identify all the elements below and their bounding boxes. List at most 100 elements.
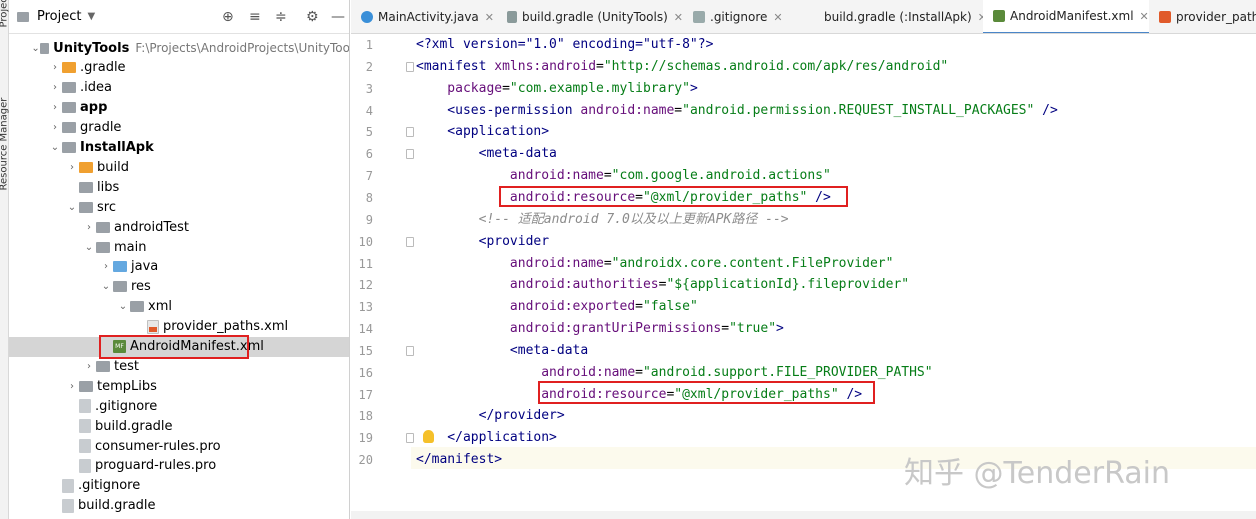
code-token: android:exported — [416, 299, 636, 315]
chevron-right-icon[interactable]: › — [82, 222, 96, 233]
tree-item[interactable]: › build — [9, 157, 349, 177]
code-editor[interactable]: 1 2 3 4 5 6 7 8 9 10 11 12 13 14 15 16 17 18 19 20 <?xml ve… — [351, 34, 1256, 519]
tree-item[interactable]: build.gradle — [9, 416, 349, 436]
close-icon[interactable]: ✕ — [485, 11, 494, 24]
tree-item-label: res — [131, 279, 151, 295]
collapse-all-icon[interactable]: ≑ — [275, 9, 287, 25]
chevron-right-icon[interactable]: › — [65, 162, 79, 173]
tree-item[interactable]: › app — [9, 98, 349, 118]
project-view-icon — [17, 11, 29, 22]
tab-build-gradle-unitytools[interactable]: build.gradle (UnityTools) ✕ — [497, 0, 683, 33]
chevron-right-icon[interactable]: › — [82, 361, 96, 372]
chevron-right-icon[interactable]: › — [48, 82, 62, 93]
code-line[interactable]: <meta-data — [416, 340, 588, 362]
code-line[interactable]: <uses-permission android:name="android.p… — [416, 100, 1058, 122]
locate-file-icon[interactable]: ⊕ — [222, 9, 234, 25]
project-panel-header: Project ▼ ⊕ ≡ ≑ ⚙ — — [9, 0, 349, 34]
chevron-down-icon[interactable]: ⌄ — [82, 242, 96, 253]
code-line[interactable]: </provider> — [416, 405, 565, 427]
file-icon — [79, 458, 91, 473]
code-line[interactable]: </application> — [416, 427, 557, 449]
code-line[interactable]: android:exported="false" — [416, 296, 698, 318]
chevron-right-icon[interactable]: › — [65, 381, 79, 392]
chevron-right-icon[interactable]: › — [48, 102, 62, 113]
code-token: android:resource — [416, 189, 636, 205]
code-line[interactable]: <manifest xmlns:android="http://schemas.… — [416, 56, 948, 78]
fold-marker-icon[interactable] — [406, 149, 414, 160]
tree-item[interactable]: › tempLibs — [9, 376, 349, 396]
fold-marker-icon[interactable] — [406, 236, 414, 247]
tree-item[interactable]: › java — [9, 257, 349, 277]
fold-marker-icon[interactable] — [406, 433, 414, 444]
code-line[interactable]: android:name="com.google.android.actions… — [416, 165, 831, 187]
close-icon[interactable]: ✕ — [674, 11, 683, 24]
code-area[interactable]: <?xml version="1.0" encoding="utf-8"?> <m… — [416, 34, 1256, 519]
code-line[interactable]: android:name="androidx.core.content.File… — [416, 253, 894, 275]
tree-item[interactable]: provider_paths.xml — [9, 317, 349, 337]
tree-item[interactable]: ⌄ res — [9, 277, 349, 297]
tree-item[interactable]: gradle.properties — [9, 516, 349, 519]
chevron-right-icon[interactable]: › — [48, 62, 62, 73]
tab-gitignore[interactable]: .gitignore ✕ — [683, 0, 809, 33]
code-line[interactable]: <provider — [416, 231, 549, 253]
tree-item-label: .idea — [80, 80, 112, 96]
tree-item[interactable]: › gradle — [9, 118, 349, 138]
code-line[interactable]: <application> — [416, 121, 549, 143]
gear-icon[interactable]: ⚙ — [306, 9, 319, 25]
horizontal-scrollbar[interactable] — [351, 511, 1256, 519]
line-number: 17 — [358, 387, 373, 402]
tree-item[interactable]: MF AndroidManifest.xml — [9, 334, 349, 359]
tree-item[interactable]: proguard-rules.pro — [9, 456, 349, 476]
tab-mainactivity-java[interactable]: MainActivity.java ✕ — [351, 0, 497, 33]
close-icon[interactable]: ✕ — [1140, 10, 1149, 23]
code-token: = — [674, 102, 683, 118]
tree-item[interactable]: ⌄ UnityTools F:\Projects\AndroidProjects\U… — [9, 38, 349, 58]
expand-all-icon[interactable]: ≡ — [249, 9, 261, 25]
chevron-down-icon[interactable]: ⌄ — [65, 202, 79, 213]
tree-item[interactable]: consumer-rules.pro — [9, 436, 349, 456]
minimize-icon[interactable]: — — [331, 9, 345, 25]
tab-provider-path[interactable]: provider_path — [1149, 0, 1256, 33]
code-line[interactable]: android:authorities="${applicationId}.fi… — [416, 274, 909, 296]
fold-marker-icon[interactable] — [406, 127, 414, 138]
code-token: <?xml version="1.0" encoding="utf-8"?> — [416, 37, 714, 52]
close-icon[interactable]: ✕ — [773, 11, 782, 24]
tree-item[interactable]: › test — [9, 356, 349, 376]
code-line[interactable]: android:resource="@xml/provider_paths" /… — [416, 384, 862, 406]
chevron-down-icon[interactable]: ⌄ — [116, 301, 130, 312]
chevron-down-icon[interactable]: ⌄ — [99, 281, 113, 292]
chevron-down-icon[interactable]: ⌄ — [31, 43, 40, 54]
tree-item[interactable]: build.gradle — [9, 496, 349, 516]
code-line[interactable]: <?xml version="1.0" encoding="utf-8"?> — [416, 34, 713, 56]
chevron-right-icon[interactable]: › — [48, 122, 62, 133]
code-line[interactable]: android:resource="@xml/provider_paths" /… — [416, 187, 831, 209]
tree-item[interactable]: ⌄ InstallApk — [9, 138, 349, 158]
code-token: /> — [838, 386, 863, 402]
tree-item[interactable]: › .gradle — [9, 58, 349, 78]
tree-item[interactable]: ⌄ main — [9, 237, 349, 257]
tree-item[interactable]: ⌄ src — [9, 197, 349, 217]
tree-item-label: tempLibs — [97, 378, 157, 394]
tree-item[interactable]: libs — [9, 177, 349, 197]
chevron-right-icon[interactable]: › — [99, 261, 113, 272]
fold-marker-icon[interactable] — [406, 61, 414, 72]
tree-item[interactable]: ⌄ xml — [9, 297, 349, 317]
code-line[interactable]: <!-- 适配android 7.0以及以上更新APK路径 --> — [416, 209, 789, 231]
code-token: = — [635, 364, 643, 380]
code-line[interactable]: android:name="android.support.FILE_PROVI… — [416, 362, 932, 384]
tree-item[interactable]: .gitignore — [9, 396, 349, 416]
code-line[interactable]: package="com.example.mylibrary"> — [416, 78, 697, 100]
tree-item[interactable]: › .idea — [9, 78, 349, 98]
folder-icon — [79, 201, 93, 213]
tab-androidmanifest-xml[interactable]: AndroidManifest.xml ✕ — [983, 0, 1149, 33]
tree-item[interactable]: .gitignore — [9, 476, 349, 496]
chevron-down-icon[interactable]: ▼ — [87, 11, 95, 22]
tree-item[interactable]: › androidTest — [9, 217, 349, 237]
tab-build-gradle-installapk[interactable]: build.gradle (:InstallApk)✕ — [809, 0, 987, 33]
code-line[interactable]: <meta-data — [416, 143, 557, 165]
code-line[interactable]: android:grantUriPermissions="true"> — [416, 318, 784, 340]
code-line[interactable]: </manifest> — [416, 449, 502, 471]
chevron-down-icon[interactable]: ⌄ — [48, 142, 62, 153]
project-view-selector[interactable]: Project — [37, 9, 81, 24]
fold-marker-icon[interactable] — [406, 345, 414, 356]
